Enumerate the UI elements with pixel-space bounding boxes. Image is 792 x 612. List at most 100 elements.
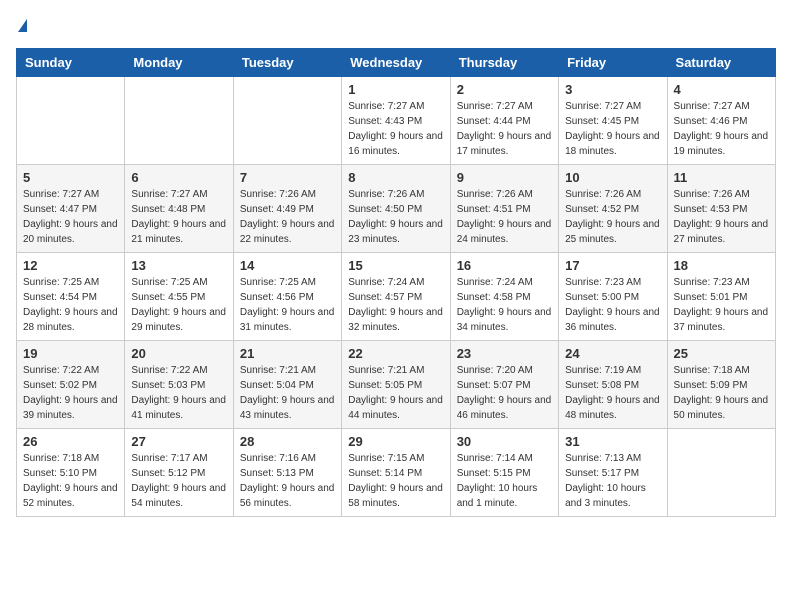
page: SundayMondayTuesdayWednesdayThursdayFrid…	[0, 0, 792, 533]
day-info: Sunrise: 7:26 AM Sunset: 4:53 PM Dayligh…	[674, 187, 769, 247]
day-info: Sunrise: 7:26 AM Sunset: 4:50 PM Dayligh…	[348, 187, 443, 247]
calendar-cell: 17 Sunrise: 7:23 AM Sunset: 5:00 PM Dayli…	[559, 252, 667, 340]
calendar-cell: 2 Sunrise: 7:27 AM Sunset: 4:44 PM Daylig…	[450, 76, 558, 164]
calendar-cell: 18 Sunrise: 7:23 AM Sunset: 5:01 PM Dayli…	[667, 252, 775, 340]
calendar-cell: 15Sunrise: 7:24 AM Sunset: 4:57 PM Dayli…	[342, 252, 450, 340]
day-number: 27	[131, 434, 226, 449]
day-info: Sunrise: 7:26 AM Sunset: 4:51 PM Dayligh…	[457, 187, 552, 247]
day-number: 16	[457, 258, 552, 273]
calendar-cell: 28 Sunrise: 7:16 AM Sunset: 5:13 PM Dayli…	[233, 428, 341, 516]
calendar-cell: 10Sunrise: 7:26 AM Sunset: 4:52 PM Dayli…	[559, 164, 667, 252]
day-info: Sunrise: 7:25 AM Sunset: 4:56 PM Dayligh…	[240, 275, 335, 335]
calendar-cell	[233, 76, 341, 164]
calendar-cell: 7 Sunrise: 7:26 AM Sunset: 4:49 PM Daylig…	[233, 164, 341, 252]
day-number: 31	[565, 434, 660, 449]
calendar-cell	[17, 76, 125, 164]
day-info: Sunrise: 7:27 AM Sunset: 4:44 PM Dayligh…	[457, 99, 552, 159]
calendar-cell: 24 Sunrise: 7:19 AM Sunset: 5:08 PM Dayli…	[559, 340, 667, 428]
day-number: 29	[348, 434, 443, 449]
day-info: Sunrise: 7:22 AM Sunset: 5:02 PM Dayligh…	[23, 363, 118, 423]
day-number: 19	[23, 346, 118, 361]
day-number: 28	[240, 434, 335, 449]
calendar-cell: 22 Sunrise: 7:21 AM Sunset: 5:05 PM Dayli…	[342, 340, 450, 428]
calendar-cell: 3Sunrise: 7:27 AM Sunset: 4:45 PM Daylig…	[559, 76, 667, 164]
day-info: Sunrise: 7:24 AM Sunset: 4:58 PM Dayligh…	[457, 275, 552, 335]
day-info: Sunrise: 7:26 AM Sunset: 4:49 PM Dayligh…	[240, 187, 335, 247]
day-number: 9	[457, 170, 552, 185]
calendar-cell: 29Sunrise: 7:15 AM Sunset: 5:14 PM Dayli…	[342, 428, 450, 516]
day-number: 23	[457, 346, 552, 361]
day-info: Sunrise: 7:27 AM Sunset: 4:47 PM Dayligh…	[23, 187, 118, 247]
day-number: 1	[348, 82, 443, 97]
calendar-cell: 4 Sunrise: 7:27 AM Sunset: 4:46 PM Daylig…	[667, 76, 775, 164]
calendar-header-monday: Monday	[125, 48, 233, 76]
day-info: Sunrise: 7:13 AM Sunset: 5:17 PM Dayligh…	[565, 451, 660, 511]
calendar-cell: 19 Sunrise: 7:22 AM Sunset: 5:02 PM Dayli…	[17, 340, 125, 428]
calendar-cell	[667, 428, 775, 516]
day-info: Sunrise: 7:14 AM Sunset: 5:15 PM Dayligh…	[457, 451, 552, 511]
calendar-cell: 16 Sunrise: 7:24 AM Sunset: 4:58 PM Dayli…	[450, 252, 558, 340]
day-info: Sunrise: 7:17 AM Sunset: 5:12 PM Dayligh…	[131, 451, 226, 511]
day-number: 2	[457, 82, 552, 97]
calendar-cell: 20 Sunrise: 7:22 AM Sunset: 5:03 PM Dayli…	[125, 340, 233, 428]
calendar-header-row: SundayMondayTuesdayWednesdayThursdayFrid…	[17, 48, 776, 76]
day-info: Sunrise: 7:22 AM Sunset: 5:03 PM Dayligh…	[131, 363, 226, 423]
calendar-cell: 30Sunrise: 7:14 AM Sunset: 5:15 PM Dayli…	[450, 428, 558, 516]
calendar-cell: 1Sunrise: 7:27 AM Sunset: 4:43 PM Daylig…	[342, 76, 450, 164]
day-info: Sunrise: 7:19 AM Sunset: 5:08 PM Dayligh…	[565, 363, 660, 423]
day-number: 17	[565, 258, 660, 273]
day-info: Sunrise: 7:18 AM Sunset: 5:09 PM Dayligh…	[674, 363, 769, 423]
day-number: 7	[240, 170, 335, 185]
day-info: Sunrise: 7:23 AM Sunset: 5:00 PM Dayligh…	[565, 275, 660, 335]
day-number: 12	[23, 258, 118, 273]
logo	[16, 16, 27, 36]
calendar-table: SundayMondayTuesdayWednesdayThursdayFrid…	[16, 48, 776, 517]
day-number: 14	[240, 258, 335, 273]
day-number: 13	[131, 258, 226, 273]
day-number: 5	[23, 170, 118, 185]
calendar-cell: 23 Sunrise: 7:20 AM Sunset: 5:07 PM Dayli…	[450, 340, 558, 428]
calendar-cell	[125, 76, 233, 164]
calendar-header-friday: Friday	[559, 48, 667, 76]
day-info: Sunrise: 7:21 AM Sunset: 5:05 PM Dayligh…	[348, 363, 443, 423]
calendar-week-row: 26 Sunrise: 7:18 AM Sunset: 5:10 PM Dayli…	[17, 428, 776, 516]
logo-triangle-icon	[18, 19, 27, 32]
calendar-week-row: 1Sunrise: 7:27 AM Sunset: 4:43 PM Daylig…	[17, 76, 776, 164]
calendar-header-thursday: Thursday	[450, 48, 558, 76]
calendar-cell: 6Sunrise: 7:27 AM Sunset: 4:48 PM Daylig…	[125, 164, 233, 252]
calendar-cell: 21 Sunrise: 7:21 AM Sunset: 5:04 PM Dayli…	[233, 340, 341, 428]
calendar-week-row: 5 Sunrise: 7:27 AM Sunset: 4:47 PM Daylig…	[17, 164, 776, 252]
calendar-cell: 12 Sunrise: 7:25 AM Sunset: 4:54 PM Dayli…	[17, 252, 125, 340]
day-info: Sunrise: 7:16 AM Sunset: 5:13 PM Dayligh…	[240, 451, 335, 511]
day-number: 21	[240, 346, 335, 361]
day-number: 20	[131, 346, 226, 361]
day-number: 24	[565, 346, 660, 361]
day-number: 11	[674, 170, 769, 185]
day-info: Sunrise: 7:27 AM Sunset: 4:46 PM Dayligh…	[674, 99, 769, 159]
day-info: Sunrise: 7:25 AM Sunset: 4:54 PM Dayligh…	[23, 275, 118, 335]
day-number: 26	[23, 434, 118, 449]
day-number: 6	[131, 170, 226, 185]
calendar-cell: 31 Sunrise: 7:13 AM Sunset: 5:17 PM Dayli…	[559, 428, 667, 516]
day-number: 8	[348, 170, 443, 185]
calendar-cell: 9 Sunrise: 7:26 AM Sunset: 4:51 PM Daylig…	[450, 164, 558, 252]
day-info: Sunrise: 7:23 AM Sunset: 5:01 PM Dayligh…	[674, 275, 769, 335]
calendar-header-tuesday: Tuesday	[233, 48, 341, 76]
day-number: 18	[674, 258, 769, 273]
calendar-cell: 14 Sunrise: 7:25 AM Sunset: 4:56 PM Dayli…	[233, 252, 341, 340]
calendar-header-saturday: Saturday	[667, 48, 775, 76]
day-info: Sunrise: 7:21 AM Sunset: 5:04 PM Dayligh…	[240, 363, 335, 423]
header	[16, 16, 776, 36]
calendar-cell: 13Sunrise: 7:25 AM Sunset: 4:55 PM Dayli…	[125, 252, 233, 340]
calendar-cell: 11 Sunrise: 7:26 AM Sunset: 4:53 PM Dayli…	[667, 164, 775, 252]
calendar-cell: 5 Sunrise: 7:27 AM Sunset: 4:47 PM Daylig…	[17, 164, 125, 252]
day-number: 15	[348, 258, 443, 273]
day-info: Sunrise: 7:20 AM Sunset: 5:07 PM Dayligh…	[457, 363, 552, 423]
calendar-header-wednesday: Wednesday	[342, 48, 450, 76]
calendar-cell: 27 Sunrise: 7:17 AM Sunset: 5:12 PM Dayli…	[125, 428, 233, 516]
day-info: Sunrise: 7:18 AM Sunset: 5:10 PM Dayligh…	[23, 451, 118, 511]
day-number: 4	[674, 82, 769, 97]
day-number: 22	[348, 346, 443, 361]
calendar-header-sunday: Sunday	[17, 48, 125, 76]
calendar-week-row: 19 Sunrise: 7:22 AM Sunset: 5:02 PM Dayli…	[17, 340, 776, 428]
